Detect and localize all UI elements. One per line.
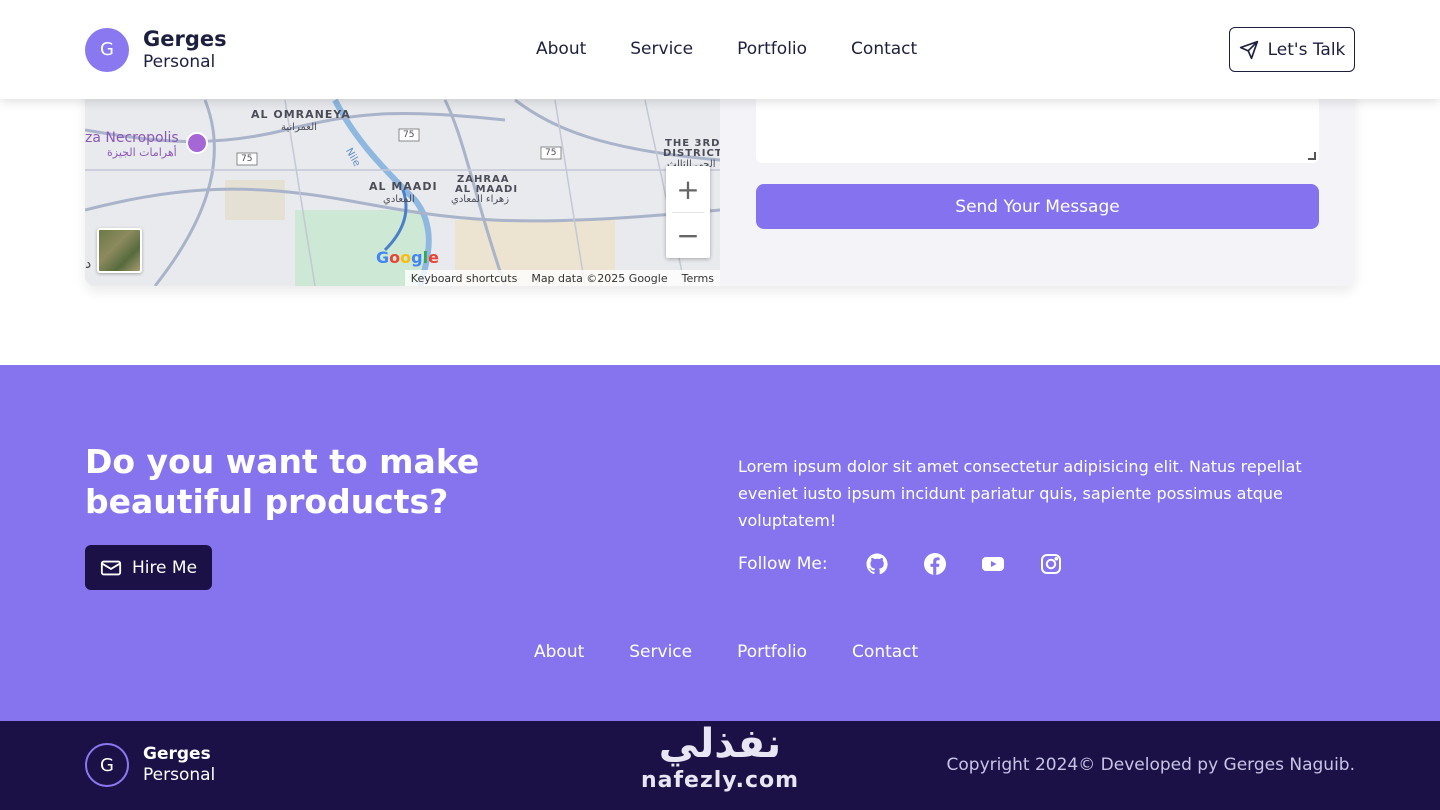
resize-grip-icon[interactable] (1308, 152, 1316, 160)
logo-avatar: G (85, 27, 129, 72)
site-footer: G Gerges Personal نفذلي nafezly.com Copy… (0, 721, 1440, 810)
museum-pin-icon[interactable] (186, 132, 208, 154)
lets-talk-button[interactable]: Let's Talk (1229, 27, 1355, 72)
watermark-arabic: نفذلي (658, 721, 782, 767)
watermark-latin: nafezly.com (640, 768, 800, 793)
nafezly-watermark: نفذلي nafezly.com (620, 721, 820, 810)
google-logo: Google (376, 248, 439, 267)
footer-nav-about[interactable]: About (534, 642, 584, 662)
brand-name: Gerges (143, 27, 227, 51)
brand-subtitle: Personal (143, 52, 216, 73)
cta-section: Do you want to make beautiful products? … (0, 365, 1440, 721)
zoom-controls: + − (666, 166, 710, 258)
nav-service[interactable]: Service (630, 39, 693, 59)
footer-brand-name: Gerges (143, 743, 211, 764)
github-icon[interactable] (864, 551, 890, 577)
map-label-omraneya: AL OMRANEYA (251, 108, 351, 121)
footer-nav-contact[interactable]: Contact (852, 642, 918, 662)
hire-me-label: Hire Me (131, 557, 198, 578)
brand-text: Gerges Personal (143, 27, 227, 73)
map-road-2: 75 (241, 154, 253, 164)
map-label-maadi: AL MAADI (369, 180, 438, 193)
map-label-district-2: DISTRICT (663, 148, 720, 159)
map-poi-necropolis-ar: أهرامات الجيزة (107, 146, 177, 159)
nav-portfolio[interactable]: Portfolio (737, 39, 807, 59)
header-brand[interactable]: G Gerges Personal (85, 27, 227, 73)
copyright-text: Copyright 2024© Developed py Gerges Nagu… (946, 755, 1355, 775)
nav-about[interactable]: About (536, 39, 586, 59)
map-label-maadi-ar: المعادي (383, 194, 415, 205)
map-poi-necropolis[interactable]: za Necropolis (85, 130, 179, 146)
map-attribution: Keyboard shortcuts Map data ©2025 Google… (404, 270, 720, 286)
mail-icon (100, 560, 122, 575)
zoom-divider (672, 212, 704, 213)
map-data-text: Map data ©2025 Google (531, 271, 668, 285)
main-nav: About Service Portfolio Contact (536, 39, 917, 59)
cta-description: Lorem ipsum dolor sit amet consectetur a… (738, 457, 1302, 530)
send-icon (1239, 40, 1258, 59)
footer-logo-avatar: G (85, 743, 129, 787)
cta-heading: Do you want to make beautiful products? (85, 442, 480, 521)
map-label-zahraa-ar: زهراء المعادي (451, 194, 510, 205)
footer-brand-subtitle: Personal (143, 765, 216, 785)
footer-nav: About Service Portfolio Contact (534, 642, 918, 662)
facebook-icon[interactable] (922, 551, 948, 577)
footer-brand[interactable]: G Gerges Personal (85, 743, 215, 787)
footer-brand-text: Gerges Personal (143, 744, 215, 787)
zoom-out-button[interactable]: − (666, 212, 710, 258)
zoom-in-button[interactable]: + (666, 166, 710, 212)
youtube-icon[interactable] (980, 551, 1006, 577)
terms-link[interactable]: Terms (682, 272, 714, 285)
footer-nav-portfolio[interactable]: Portfolio (737, 642, 807, 662)
send-message-button[interactable]: Send Your Message (756, 184, 1319, 229)
keyboard-shortcuts-link[interactable]: Keyboard shortcuts (411, 272, 518, 285)
map-road-3: 75 (545, 148, 557, 158)
footer-nav-service[interactable]: Service (629, 642, 692, 662)
site-header: G Gerges Personal About Service Portfoli… (0, 0, 1440, 99)
follow-label: Follow Me: (738, 554, 828, 574)
hire-me-button[interactable]: Hire Me (85, 545, 212, 590)
nav-contact[interactable]: Contact (851, 39, 917, 59)
map-edge-glyph: د (85, 256, 92, 272)
map-label-omraneya-ar: العمرانية (281, 122, 317, 133)
satellite-toggle[interactable] (97, 228, 142, 273)
instagram-icon[interactable] (1038, 551, 1064, 577)
lets-talk-label: Let's Talk (1267, 39, 1346, 60)
follow-me: Follow Me: (738, 551, 1096, 577)
map-road-1: 75 (403, 130, 415, 140)
